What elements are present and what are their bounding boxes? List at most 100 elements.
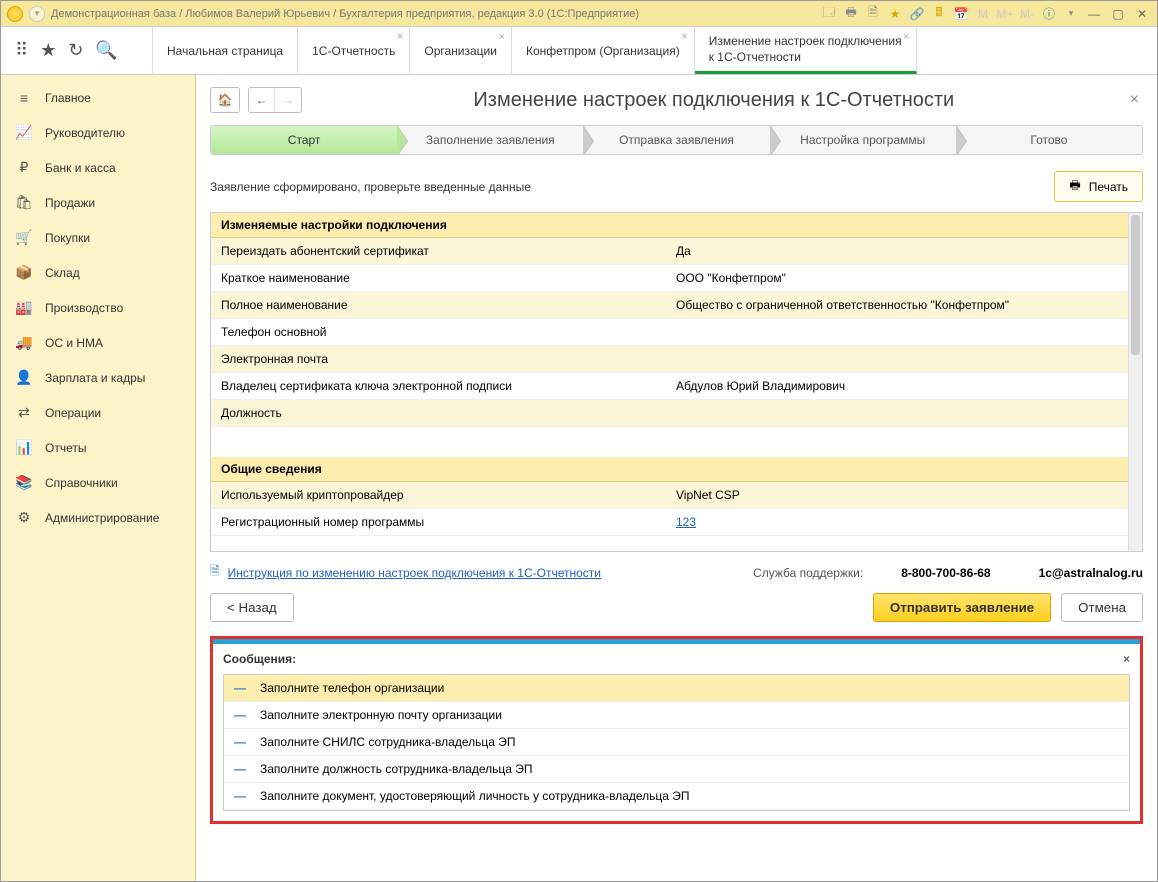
sidebar-item-6[interactable]: 🏭 Производство [1,290,195,325]
dash-icon: — [234,708,246,722]
sidebar-label: Банк и касса [45,161,116,175]
sidebar-item-4[interactable]: 🛒Покупки [1,220,195,255]
message-item[interactable]: —Заполните электронную почту организации [224,702,1129,729]
sidebar-item-8[interactable]: 👤Зарплата и кадры [1,360,195,395]
history-icon[interactable]: ↻ [68,40,83,61]
message-item[interactable]: — Заполните телефон организации [224,675,1129,702]
sidebar-item-1[interactable]: 📈Руководителю [1,115,195,150]
app-menu-icon[interactable]: ▾ [29,6,45,22]
sidebar-label: Производство [45,301,123,315]
message-text: Заполните телефон организации [260,681,444,695]
data-row: Полное наименованиеОбщество с ограниченн… [211,292,1142,319]
tab-3[interactable]: Конфетпром (Организация)× [512,27,695,74]
status-text: Заявление сформировано, проверьте введен… [210,180,531,194]
calculator-icon[interactable]: 🖩 [931,6,947,22]
row-value-link[interactable]: 123 [676,515,696,529]
calendar-icon[interactable]: 📅 [953,6,969,22]
toolbar-icon-1[interactable]: 🗔 [821,6,837,22]
nav-forward-button[interactable]: → [275,88,301,112]
message-text: Заполните должность сотрудника-владельца… [260,762,533,776]
sidebar-icon: ⚙ [15,509,33,526]
sidebar-label: Склад [45,266,80,280]
sidebar-icon: 📚 [15,474,33,491]
sidebar-item-9[interactable]: ⇄Операции [1,395,195,430]
messages-title: Сообщения: [223,652,296,666]
sidebar-item-5[interactable]: 📦Склад [1,255,195,290]
row-value: Да [666,238,1142,264]
sidebar-item-7[interactable]: 🚚ОС и НМА [1,325,195,360]
data-row: Владелец сертификата ключа электронной п… [211,373,1142,400]
message-text: Заполните документ, удостоверяющий лично… [260,789,690,803]
back-button[interactable]: < Назад [210,593,294,622]
tab-close-icon[interactable]: × [681,31,687,43]
maximize-button[interactable]: ▢ [1109,5,1127,23]
row-key: Переиздать абонентский сертификат [211,238,666,264]
cancel-button[interactable]: Отмена [1061,593,1143,622]
close-page-button[interactable]: × [1126,91,1143,109]
tab-2[interactable]: Организации× [410,27,512,74]
row-key: Телефон основной [211,319,666,345]
m-icon-2[interactable]: M+ [997,6,1013,22]
wizard-step-1[interactable]: Заполнение заявления [397,126,583,154]
sidebar-item-10[interactable]: 📊Отчеты [1,430,195,465]
wizard-step-4[interactable]: Готово [956,126,1142,154]
message-item[interactable]: —Заполните документ, удостоверяющий личн… [224,783,1129,810]
row-value: VipNet CSP [666,482,1142,508]
sidebar-label: Продажи [45,196,95,210]
wizard-step-0[interactable]: Старт [211,126,397,154]
instruction-link[interactable]: Инструкция по изменению настроек подключ… [228,566,601,580]
sidebar-icon: 🏭 [15,299,33,316]
submit-button[interactable]: Отправить заявление [873,593,1051,622]
messages-close-button[interactable]: × [1123,652,1130,666]
print-button[interactable]: 🖶 Печать [1054,171,1143,202]
sidebar-item-11[interactable]: 📚Справочники [1,465,195,500]
home-button[interactable]: 🏠 [210,87,240,113]
tab-4[interactable]: Изменение настроек подключения к 1С-Отче… [695,27,917,74]
dash-icon: — [234,681,246,695]
link-icon[interactable]: 🔗 [909,6,925,22]
row-value [666,400,1142,426]
star-icon[interactable]: ★ [40,40,56,61]
message-item[interactable]: —Заполните СНИЛС сотрудника-владельца ЭП [224,729,1129,756]
close-window-button[interactable]: ✕ [1133,5,1151,23]
wizard-step-2[interactable]: Отправка заявления [583,126,769,154]
data-row: Должность [211,400,1142,427]
toolbar-icon-3[interactable]: 🗎 [865,6,881,22]
tab-close-icon[interactable]: × [903,31,909,43]
sidebar-item-3[interactable]: 🛍 Продажи [1,185,195,220]
sidebar-icon: 🛍 [15,194,33,211]
sidebar-item-2[interactable]: ₽Банк и касса [1,150,195,185]
sidebar-item-0[interactable]: ≡Главное [1,81,195,115]
scrollbar[interactable] [1128,213,1142,551]
m-icon-3[interactable]: M- [1019,6,1035,22]
m-icon-1[interactable]: M [975,6,991,22]
message-item[interactable]: —Заполните должность сотрудника-владельц… [224,756,1129,783]
sidebar-label: Администрирование [45,511,159,525]
tab-strip: ⠿ ★ ↻ 🔍 Начальная страница1С-Отчетность×… [1,27,1157,75]
info-icon[interactable]: ⓘ [1041,6,1057,22]
sidebar-icon: 📈 [15,124,33,141]
titlebar: ▾ Демонстрационная база / Любимов Валери… [1,1,1157,27]
row-key: Владелец сертификата ключа электронной п… [211,373,666,399]
sidebar-icon: 👤 [15,369,33,386]
apps-icon[interactable]: ⠿ [15,40,28,61]
search-icon[interactable]: 🔍 [95,40,117,61]
nav-back-button[interactable]: ← [249,88,275,112]
message-text: Заполните СНИЛС сотрудника-владельца ЭП [260,735,516,749]
favorite-icon[interactable]: ★ [887,6,903,22]
sidebar-item-12[interactable]: ⚙ Администрирование [1,500,195,535]
tab-0[interactable]: Начальная страница [153,27,298,74]
row-value: 123 [666,509,1142,535]
row-value: ООО "Конфетпром" [666,265,1142,291]
row-key: Должность [211,400,666,426]
tab-close-icon[interactable]: × [397,31,403,43]
form-scroll-area[interactable]: Изменяемые настройки подключения Переизд… [210,212,1143,552]
data-row: Регистрационный номер программы123 [211,509,1142,536]
tab-1[interactable]: 1С-Отчетность× [298,27,410,74]
info-dd-icon[interactable]: ▾ [1063,6,1079,22]
tab-close-icon[interactable]: × [499,31,505,43]
window-title: Демонстрационная база / Любимов Валерий … [51,8,639,20]
toolbar-icon-2[interactable]: 🖶 [843,6,859,22]
wizard-step-3[interactable]: Настройка программы [770,126,956,154]
minimize-button[interactable]: — [1085,5,1103,23]
